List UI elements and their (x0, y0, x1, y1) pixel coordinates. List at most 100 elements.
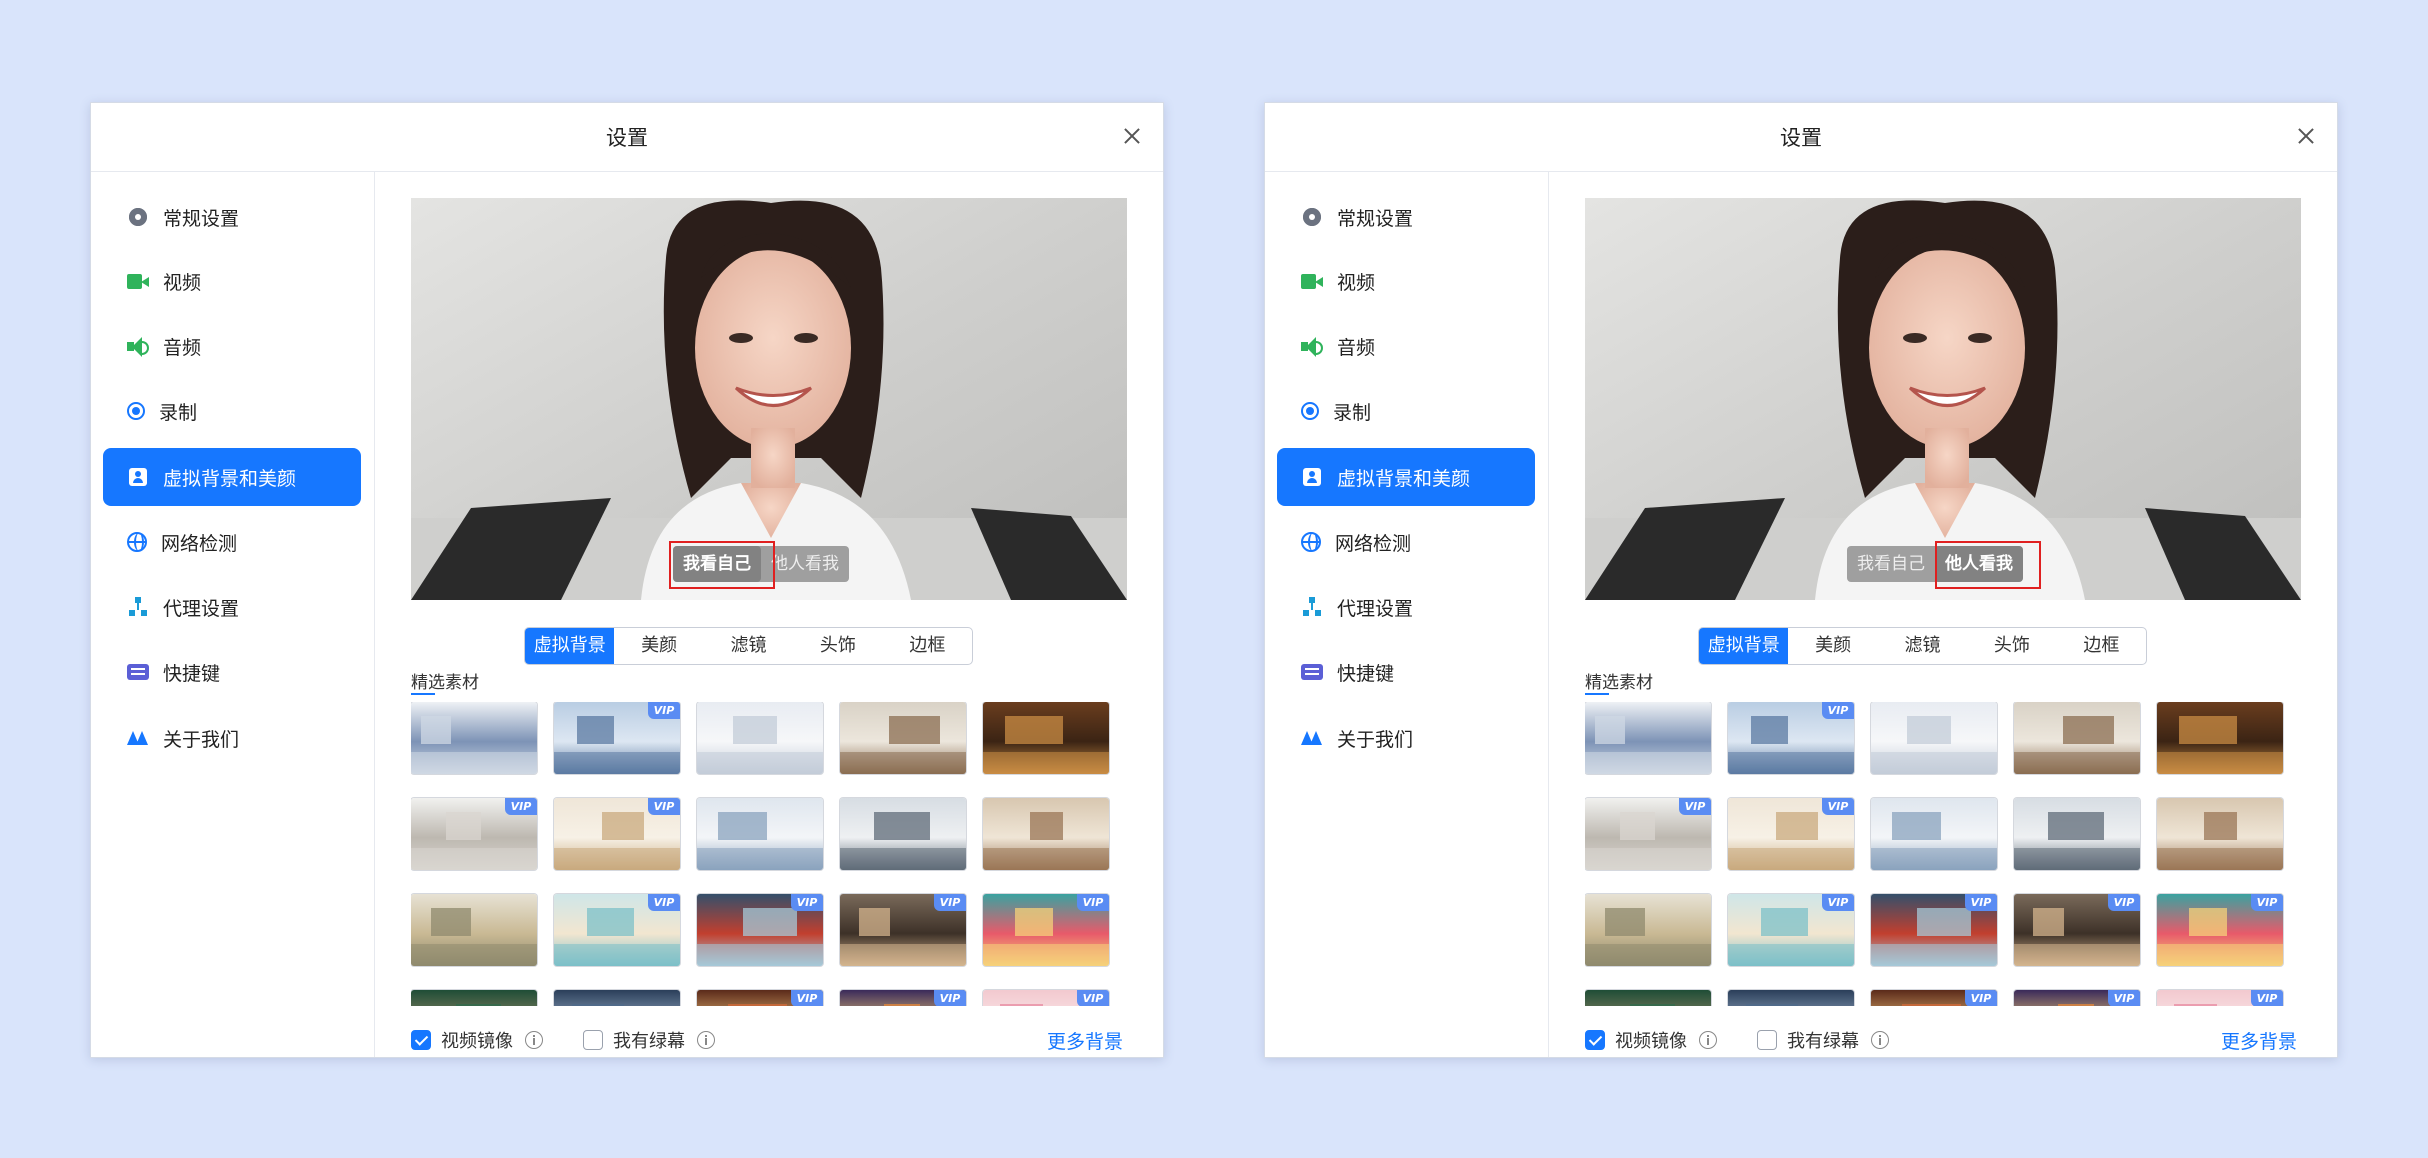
sidebar-item-7[interactable]: 快捷键 (103, 643, 361, 701)
sidebar-item-5[interactable]: 网络检测 (103, 513, 361, 571)
background-thumbnail[interactable] (697, 702, 823, 774)
background-thumbnail[interactable]: VIP (1585, 798, 1711, 870)
background-thumbnail[interactable]: VIP (2014, 894, 2140, 966)
sidebar-item-3[interactable]: 录制 (1277, 382, 1535, 440)
tab-2[interactable]: 滤镜 (704, 628, 793, 664)
sidebar-item-5[interactable]: 网络检测 (1277, 513, 1535, 571)
background-thumbnail[interactable] (411, 702, 537, 774)
background-thumbnail[interactable]: VIP (411, 798, 537, 870)
info-icon[interactable] (1699, 1031, 1717, 1049)
background-thumbnail[interactable]: VIP (1728, 702, 1854, 774)
tab-4[interactable]: 边框 (883, 628, 972, 664)
vip-badge: VIP (2108, 990, 2140, 1006)
background-thumbnail[interactable] (2014, 798, 2140, 870)
effects-tab-bar: 虚拟背景 美颜 滤镜 头饰 边框 (524, 627, 973, 665)
more-backgrounds-link[interactable]: 更多背景 (1047, 1027, 1123, 1054)
background-thumbnail[interactable]: VIP (554, 894, 680, 966)
tab-2[interactable]: 滤镜 (1878, 628, 1967, 664)
background-thumbnail[interactable] (1728, 990, 1854, 1006)
sidebar-item-4[interactable]: 虚拟背景和美颜 (1277, 448, 1535, 506)
sidebar-item-0[interactable]: 常规设置 (1277, 188, 1535, 246)
sidebar-item-1[interactable]: 视频 (103, 252, 361, 310)
background-thumbnail[interactable]: VIP (840, 990, 966, 1006)
sidebar-item-4[interactable]: 虚拟背景和美颜 (103, 448, 361, 506)
info-icon[interactable] (697, 1031, 715, 1049)
more-backgrounds-link[interactable]: 更多背景 (2221, 1027, 2297, 1054)
background-thumbnail[interactable] (983, 702, 1109, 774)
green-screen-checkbox[interactable] (583, 1030, 603, 1050)
background-thumbnail[interactable] (2157, 702, 2283, 774)
video-mirror-checkbox[interactable] (1585, 1030, 1605, 1050)
background-thumbnail[interactable]: VIP (554, 702, 680, 774)
tab-1[interactable]: 美颜 (1788, 628, 1877, 664)
vip-badge: VIP (934, 894, 966, 911)
vip-badge: VIP (505, 798, 537, 815)
info-icon[interactable] (1871, 1031, 1889, 1049)
record-icon (127, 402, 145, 420)
video-camera-icon (127, 273, 149, 289)
background-thumbnail[interactable] (1871, 702, 1997, 774)
green-screen-checkbox[interactable] (1757, 1030, 1777, 1050)
background-thumbnail[interactable]: VIP (2157, 990, 2283, 1006)
background-thumbnail[interactable]: VIP (554, 798, 680, 870)
video-mirror-label: 视频镜像 (1615, 1031, 1687, 1052)
background-thumbnail[interactable] (840, 702, 966, 774)
gear-icon (1303, 208, 1321, 226)
self-view-button[interactable]: 我看自己 (1847, 546, 1935, 582)
background-thumbnail[interactable] (2157, 798, 2283, 870)
background-thumbnail[interactable] (1871, 798, 1997, 870)
background-thumbnail[interactable] (411, 990, 537, 1006)
background-thumbnail[interactable]: VIP (1871, 894, 1997, 966)
background-thumbnail[interactable] (983, 798, 1109, 870)
background-thumbnail[interactable] (1585, 990, 1711, 1006)
background-thumbnail[interactable]: VIP (840, 894, 966, 966)
sidebar-item-2[interactable]: 音频 (1277, 317, 1535, 375)
close-icon[interactable] (1119, 123, 1145, 149)
sidebar-item-7[interactable]: 快捷键 (1277, 643, 1535, 701)
background-thumbnail[interactable] (840, 798, 966, 870)
background-thumbnail[interactable]: VIP (983, 894, 1109, 966)
sidebar-item-3[interactable]: 录制 (103, 382, 361, 440)
sidebar-item-1[interactable]: 视频 (1277, 252, 1535, 310)
sidebar-item-2[interactable]: 音频 (103, 317, 361, 375)
sidebar-item-8[interactable]: 关于我们 (1277, 709, 1535, 767)
background-thumbnail[interactable]: VIP (697, 894, 823, 966)
background-thumbnail[interactable] (2014, 702, 2140, 774)
background-thumbnail[interactable]: VIP (1728, 894, 1854, 966)
background-thumbnail[interactable]: VIP (1871, 990, 1997, 1006)
sidebar-item-label: 录制 (1333, 401, 1372, 424)
speaker-icon (127, 335, 149, 357)
tab-1[interactable]: 美颜 (614, 628, 703, 664)
tab-3[interactable]: 头饰 (1967, 628, 2056, 664)
woman-smiling-image (1585, 198, 2301, 600)
vip-badge: VIP (1679, 798, 1711, 815)
background-thumbnail[interactable] (1585, 702, 1711, 774)
close-icon[interactable] (2293, 123, 2319, 149)
background-thumbnail[interactable]: VIP (697, 990, 823, 1006)
background-thumbnail[interactable]: VIP (983, 990, 1109, 1006)
info-icon[interactable] (525, 1031, 543, 1049)
sidebar-item-6[interactable]: 代理设置 (103, 578, 361, 636)
sidebar-item-8[interactable]: 关于我们 (103, 709, 361, 767)
sidebar-item-6[interactable]: 代理设置 (1277, 578, 1535, 636)
background-thumbnail[interactable] (411, 894, 537, 966)
background-thumbnail[interactable] (697, 798, 823, 870)
background-thumbnail[interactable] (554, 990, 680, 1006)
network-tree-icon (1301, 596, 1323, 618)
background-thumbnail[interactable]: VIP (2157, 894, 2283, 966)
tab-0[interactable]: 虚拟背景 (1699, 628, 1789, 664)
tab-0[interactable]: 虚拟背景 (525, 628, 615, 664)
sidebar-item-label: 虚拟背景和美颜 (1337, 467, 1471, 490)
keyboard-icon (1301, 664, 1323, 680)
tab-4[interactable]: 边框 (2057, 628, 2146, 664)
sidebar-item-0[interactable]: 常规设置 (103, 188, 361, 246)
camera-preview: 我看自己 他人看我 (1585, 198, 2301, 600)
video-mirror-checkbox[interactable] (411, 1030, 431, 1050)
background-thumbnail[interactable]: VIP (1728, 798, 1854, 870)
tab-3[interactable]: 头饰 (793, 628, 882, 664)
background-thumbnail[interactable]: VIP (2014, 990, 2140, 1006)
section-label: 精选素材 (1585, 668, 1653, 695)
background-thumbnail[interactable] (1585, 894, 1711, 966)
sidebar-item-label: 代理设置 (163, 597, 240, 620)
sidebar-item-label: 音频 (163, 336, 202, 359)
